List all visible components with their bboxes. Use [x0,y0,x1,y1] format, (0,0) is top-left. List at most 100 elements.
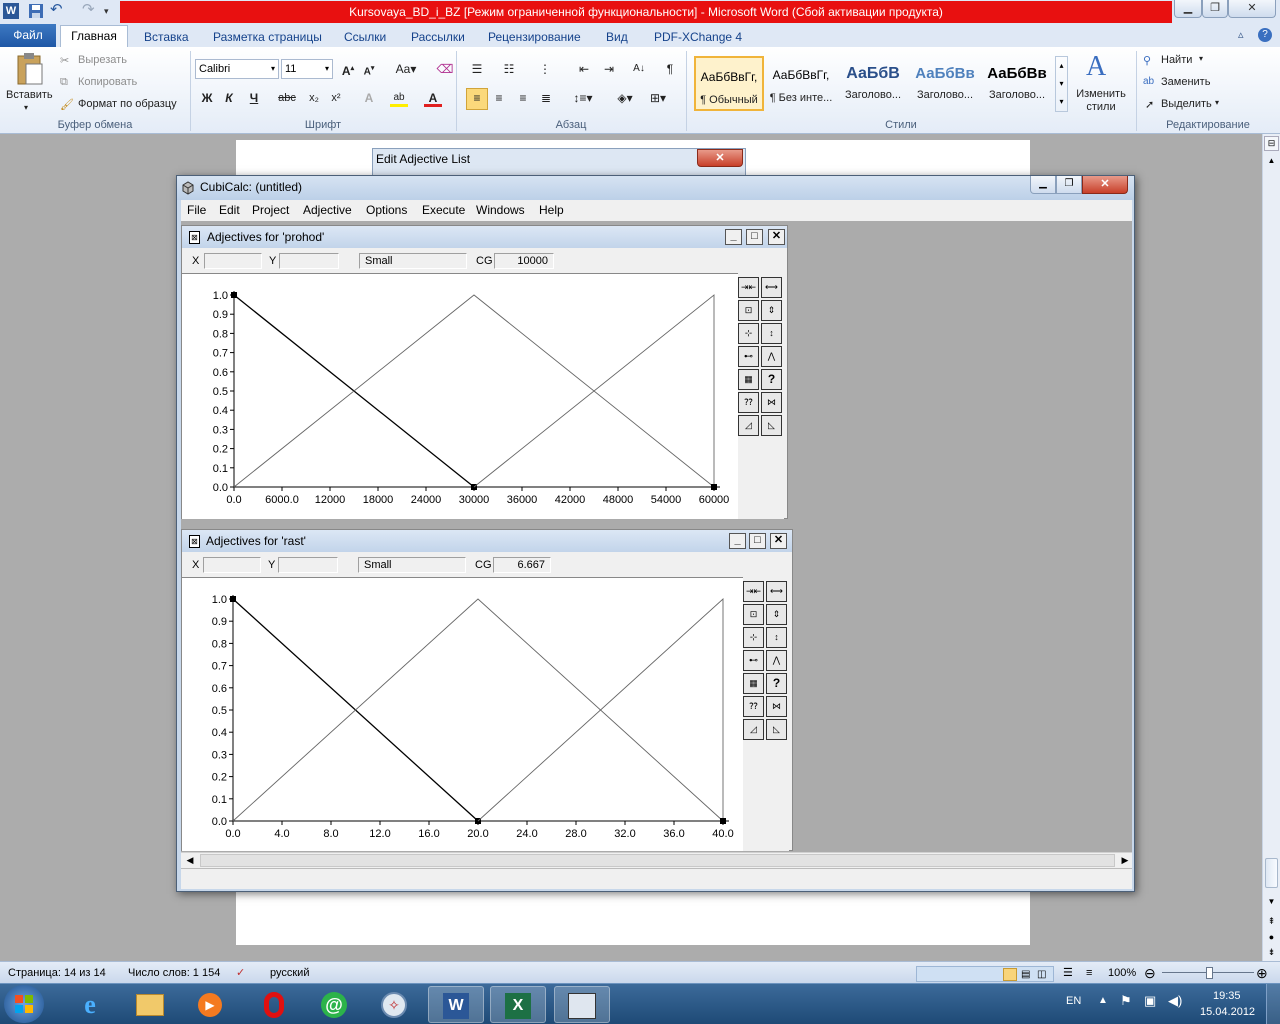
y-field[interactable] [278,557,338,573]
paste-icon[interactable] [15,52,45,88]
media-player-taskbar-icon[interactable]: ▶ [182,986,238,1023]
justify-icon[interactable]: ≣ [537,89,555,107]
right-shape-icon[interactable]: ◺ [761,415,782,436]
align-right-icon[interactable]: ≡ [514,89,532,107]
query-grid-icon[interactable]: ⁇ [738,392,759,413]
maximize-button[interactable]: ❐ [1056,176,1082,194]
opera-taskbar-icon[interactable] [246,986,302,1023]
find-button[interactable]: Найти [1161,54,1192,66]
clear-format-icon[interactable]: ⌫ [436,60,454,78]
close-button[interactable]: ✕ [770,533,787,549]
select-button[interactable]: Выделить [1161,98,1212,110]
tab-view[interactable]: Вид [604,27,630,47]
zoom-level[interactable]: 100% [1108,962,1136,984]
help-icon[interactable]: ? [1258,28,1272,42]
cube-app-icon[interactable] [181,181,195,195]
clock-time[interactable]: 19:35 [1213,990,1241,1002]
membership-chart[interactable]: 0.0 0.1 0.2 0.3 0.4 0.5 0.6 0.7 0.8 0.9 1.0 0.0 6000… [182,274,738,520]
superscript-icon[interactable]: x² [327,89,345,107]
ribbon-collapse-icon[interactable]: ▵ [1238,28,1244,41]
style-heading-2[interactable]: АаБбВв Заголово... [910,56,980,111]
zoom-out-x-icon[interactable]: ⟷ [761,277,782,298]
close-button[interactable]: ✕ [768,229,785,245]
menu-edit[interactable]: Edit [219,203,240,217]
help-icon[interactable]: ? [766,673,787,694]
fit-icon[interactable]: ⊡ [738,300,759,321]
change-case-icon[interactable]: Aa▾ [394,60,418,78]
scroll-up-icon[interactable]: ▲ [1264,153,1279,168]
print-layout-icon[interactable] [1003,968,1017,981]
word-taskbar-icon[interactable]: W [428,986,484,1023]
menu-help[interactable]: Help [539,203,564,217]
menu-windows[interactable]: Windows [476,203,525,217]
mail-agent-taskbar-icon[interactable]: @ [306,986,362,1023]
prev-page-icon[interactable]: ⇞ [1264,914,1279,929]
cubicalc-window[interactable]: CubiCalc: (untitled) ▁ ❐ ✕ File Edit Pro… [176,175,1135,892]
adjective-name[interactable]: Small [359,253,467,269]
italic-icon[interactable]: К [220,89,238,107]
word-app-icon[interactable]: W [3,3,19,19]
zoom-out-x-icon[interactable]: ⟷ [766,581,787,602]
zoom-in-x-icon[interactable]: ⇥⇤ [743,581,764,602]
view-buttons[interactable]: ▤ ◫ [916,966,1054,982]
zoom-in-y-icon[interactable]: ⇕ [766,604,787,625]
subscript-icon[interactable]: x₂ [305,89,323,107]
grid-icon[interactable]: ▦ [743,673,764,694]
ie-taskbar-icon[interactable]: e [62,986,118,1023]
excel-taskbar-icon[interactable]: X [490,986,546,1023]
tab-file[interactable]: Файл [0,24,56,47]
move-point-icon[interactable]: ⊷ [738,346,759,367]
menu-adjective[interactable]: Adjective [303,203,352,217]
highlight-icon[interactable]: ab [390,89,408,107]
x-field[interactable] [203,557,261,573]
ruler-toggle-icon[interactable]: ⊟ [1264,136,1279,151]
fit-icon[interactable]: ⊡ [743,604,764,625]
scroll-thumb[interactable] [1265,858,1278,888]
explorer-taskbar-icon[interactable] [122,986,178,1023]
draft-view-icon[interactable]: ≡ [1086,962,1092,984]
paste-button[interactable]: Вставить [6,89,53,101]
close-button[interactable]: ✕ [1082,176,1128,194]
paste-dropdown-icon[interactable]: ▾ [24,103,28,112]
tab-layout[interactable]: Разметка страницы [211,27,324,47]
fold-shape-icon[interactable]: ⋈ [761,392,782,413]
menu-options[interactable]: Options [366,203,407,217]
scroll-right-icon[interactable]: ▶ [1118,854,1132,867]
outline-view-icon[interactable]: ☰ [1063,962,1073,984]
cut-button[interactable]: Вырезать [78,54,127,66]
close-button[interactable]: ✕ [697,149,743,167]
clock-date[interactable]: 15.04.2012 [1200,1006,1255,1018]
copy-button[interactable]: Копировать [78,76,137,88]
fold-shape-icon[interactable]: ⋈ [766,696,787,717]
web-layout-icon[interactable]: ◫ [1037,968,1046,981]
font-size-combo[interactable]: 11 ▾ [281,59,333,79]
bullets-icon[interactable]: ☰ [468,60,486,78]
help-icon[interactable]: ? [761,369,782,390]
move-point-icon[interactable]: ⊷ [743,650,764,671]
query-grid-icon[interactable]: ⁇ [743,696,764,717]
next-page-icon[interactable]: ⇟ [1264,946,1279,959]
format-painter-button[interactable]: Формат по образцу [78,98,177,110]
maximize-button[interactable]: □ [749,533,766,549]
maximize-button[interactable]: ❐ [1202,0,1228,18]
x-field[interactable] [204,253,262,269]
input-language[interactable]: EN [1066,995,1081,1007]
add-point-icon[interactable]: ⊹ [743,627,764,648]
styles-scroll[interactable]: ▴ ▾ ▾ [1055,56,1068,112]
tray-expand-icon[interactable]: ▲ [1098,995,1108,1006]
vertical-scrollbar[interactable]: ⊟ ▲ ▼ ⇞ ● ⇟ [1262,134,1280,961]
tab-pdf-xchange[interactable]: PDF-XChange 4 [652,27,744,47]
undo-icon[interactable]: ↶ [50,2,66,19]
close-button[interactable]: ✕ [1228,0,1276,18]
zoom-in-x-icon[interactable]: ⇥⇤ [738,277,759,298]
minimize-button[interactable]: _ [729,533,746,549]
right-shape-icon[interactable]: ◺ [766,719,787,740]
zoom-out-y-icon[interactable]: ↕ [761,323,782,344]
pilcrow-icon[interactable]: ¶ [661,60,679,78]
read-mode-icon[interactable]: ▤ [1021,968,1030,981]
left-shape-icon[interactable]: ◿ [738,415,759,436]
qat-customize-icon[interactable]: ▾ [104,3,120,19]
tab-insert[interactable]: Вставка [142,27,191,47]
zoom-slider-thumb[interactable] [1206,967,1213,979]
start-button[interactable] [4,985,44,1023]
